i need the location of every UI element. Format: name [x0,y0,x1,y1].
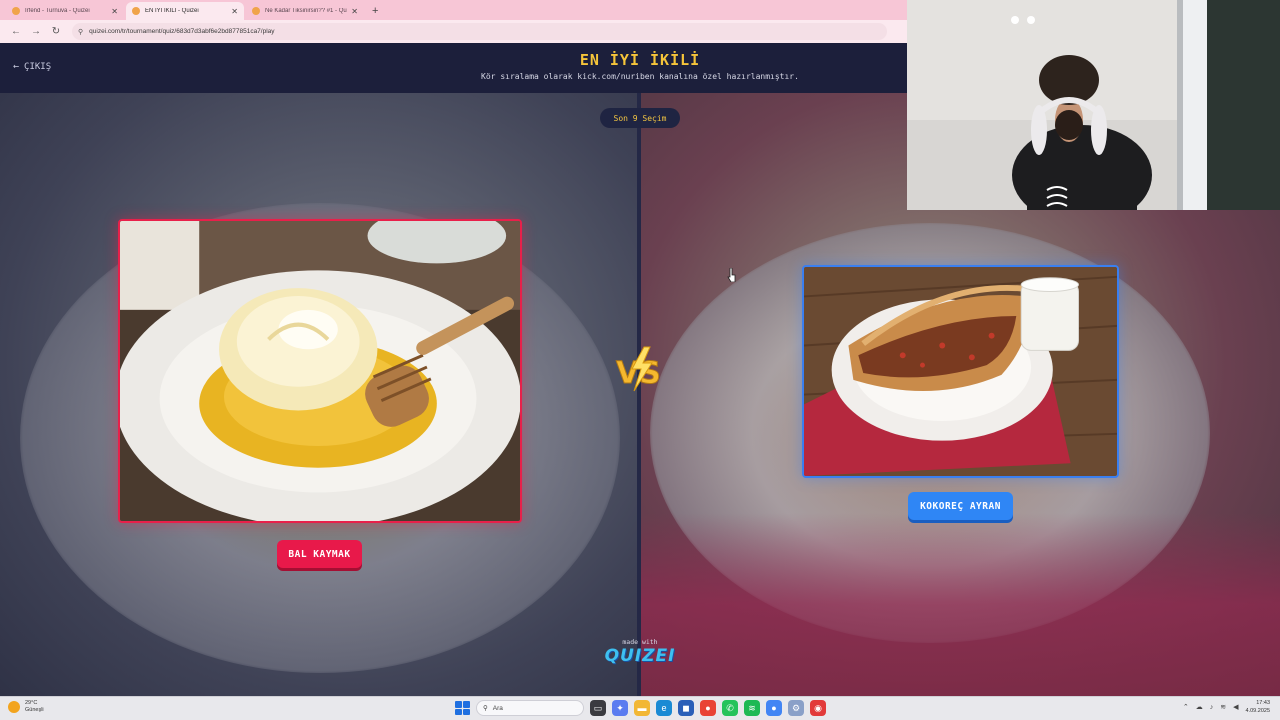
clock-time: 17:43 [1256,700,1270,706]
taskbar-apps: ⚲ Ara ▭ ✦ ▬ e ◼ ● ✆ ≋ ● ⚙ ◉ [454,700,826,716]
site-info-icon[interactable]: ⚲ [78,28,83,36]
clock-date: 4.09.2025 [1245,708,1270,714]
quizei-favicon-icon [252,7,260,15]
back-arrow-icon[interactable]: ← [8,26,24,37]
microphone-icon[interactable]: ♪ [1210,704,1214,711]
browser-toolbar: ← → ↻ ⚲ quizei.com/tr/tournament/quiz/68… [0,20,907,43]
right-choice-image[interactable] [802,265,1119,478]
quiz-header: ← ÇIKIŞ EN İYİ İKİLİ Kör sıralama olarak… [0,43,907,93]
store-icon[interactable]: ◼ [678,700,694,716]
center-divider [637,93,641,696]
edge-browser-icon[interactable]: e [656,700,672,716]
weather-widget[interactable]: 29°C Güneşli [8,700,44,714]
tab-label: EN İYİ İKİLİ - Quizei [145,8,199,14]
tab-label: Ne Kadar Tiksinirsin?? #1 - Quiz [265,8,348,14]
weather-desc: Güneşli [25,707,44,713]
windows-taskbar: 29°C Güneşli ⚲ Ara ▭ ✦ ▬ e ◼ ● ✆ ≋ ● ⚙ ◉… [0,696,1280,720]
close-icon[interactable]: ✕ [111,7,118,16]
chevron-up-icon[interactable]: ⌃ [1183,703,1189,711]
browser-tab-3[interactable]: Ne Kadar Tiksinirsin?? #1 - Quiz ✕ [246,2,364,20]
chrome-profile-icon[interactable]: ● [766,700,782,716]
webcam-overlay [907,0,1280,210]
new-tab-button[interactable]: + [372,5,378,17]
quizei-favicon-icon [12,7,20,15]
spotify-icon[interactable]: ≋ [744,700,760,716]
volume-icon[interactable]: ◀ [1233,703,1238,711]
quizei-logo: QUIZEI [604,646,676,666]
mouse-pointer-icon [727,268,736,282]
whatsapp-icon[interactable]: ✆ [722,700,738,716]
url-bar[interactable]: ⚲ quizei.com/tr/tournament/quiz/683d7d3a… [72,23,887,40]
record-app-icon[interactable]: ◉ [810,700,826,716]
choose-left-button[interactable]: BAL KAYMAK [277,540,362,568]
sun-icon [8,701,20,713]
browser-tab-1[interactable]: İrfend - Turnuva - Quizei ✕ [6,2,124,20]
taskbar-search[interactable]: ⚲ Ara [476,700,584,716]
system-tray: ⌃ ☁ ♪ ≋ ◀ 17:43 4.09.2025 [1183,699,1270,715]
url-text: quizei.com/tr/tournament/quiz/683d7d3abf… [89,28,275,35]
close-icon[interactable]: ✕ [231,7,238,16]
forward-arrow-icon[interactable]: → [28,26,44,37]
weather-temp: 29°C [25,700,38,706]
close-icon[interactable]: ✕ [351,7,358,16]
file-explorer-icon[interactable]: ▬ [634,700,650,716]
tab-label: İrfend - Turnuva - Quizei [25,8,90,14]
round-indicator: Son 9 Seçim [600,108,680,128]
reload-icon[interactable]: ↻ [48,26,64,37]
chrome-icon[interactable]: ● [700,700,716,716]
made-with-label: made with [622,638,658,646]
taskbar-clock[interactable]: 17:43 4.09.2025 [1246,699,1270,715]
task-view-icon[interactable]: ▭ [590,700,606,716]
vs-lightning-icon: VS [616,346,661,392]
cloud-icon[interactable]: ☁ [1196,703,1203,711]
copilot-icon[interactable]: ✦ [612,700,628,716]
search-icon: ⚲ [483,705,488,712]
browser-tabstrip: İrfend - Turnuva - Quizei ✕ EN İYİ İKİLİ… [0,0,907,20]
browser-tab-2[interactable]: EN İYİ İKİLİ - Quizei ✕ [126,2,244,20]
search-placeholder: Ara [492,704,503,712]
left-choice-image[interactable] [118,219,522,523]
wifi-icon[interactable]: ≋ [1220,703,1226,711]
made-with-quizei[interactable]: made with QUIZEI [590,638,690,666]
quizei-favicon-icon [132,7,140,15]
settings-gear-icon[interactable]: ⚙ [788,700,804,716]
windows-start-icon[interactable] [454,700,470,716]
choose-right-button[interactable]: KOKOREÇ AYRAN [908,492,1013,520]
